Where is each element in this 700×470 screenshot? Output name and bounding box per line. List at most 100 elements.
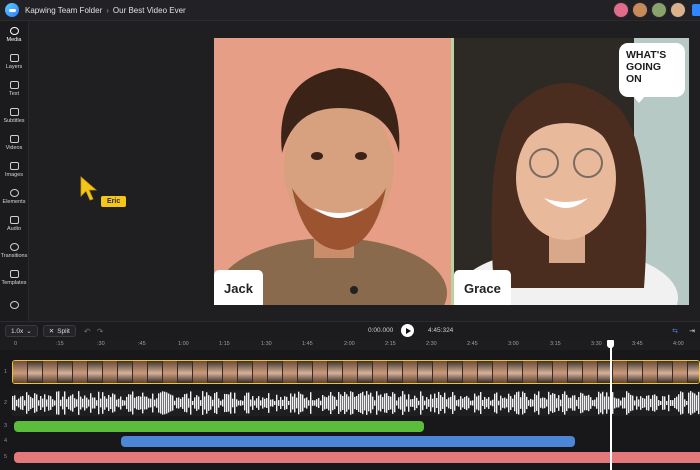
waveform-bar: [388, 395, 390, 411]
grid-icon: [9, 269, 19, 278]
waveform-bar: [520, 397, 522, 409]
waveform-bar: [574, 395, 576, 411]
waveform-bar: [480, 391, 482, 415]
waveform-bar: [452, 392, 454, 414]
waveform-bar: [282, 399, 284, 407]
chevron-down-icon: ⌄: [26, 328, 32, 335]
waveform-bar: [98, 391, 100, 415]
waveform-bar: [172, 395, 174, 411]
video-panel-left[interactable]: Jack: [214, 38, 451, 305]
sidebar-item-media[interactable]: Media: [0, 21, 28, 48]
audio-waveform[interactable]: [12, 390, 700, 416]
track-clip-pink[interactable]: [14, 452, 700, 463]
waveform-bar: [662, 396, 664, 410]
breadcrumb-project-title[interactable]: Our Best Video Ever: [113, 6, 186, 15]
undo-icon[interactable]: ↶: [84, 327, 91, 336]
waveform-bar: [468, 397, 470, 409]
video-thumbnail-frame: [283, 361, 298, 383]
sidebar-item-subtitles[interactable]: Subtitles: [0, 102, 28, 129]
waveform-bar: [158, 393, 160, 413]
timeline-ruler[interactable]: 0 :15 :30 :45 1:00 1:15 1:30 1:45 2:00 2…: [0, 340, 700, 350]
track-clip-green[interactable]: [14, 421, 424, 432]
waveform-bar: [14, 395, 16, 411]
waveform-bar: [626, 391, 628, 415]
sidebar-item-plugins[interactable]: [0, 291, 28, 318]
sidebar-item-transitions[interactable]: Transitions: [0, 237, 28, 264]
avatar[interactable]: [670, 2, 686, 18]
waveform-bar: [510, 396, 512, 410]
waveform-bar: [130, 394, 132, 412]
waveform-bar: [604, 396, 606, 410]
avatar[interactable]: [613, 2, 629, 18]
video-track-clip[interactable]: [12, 360, 700, 384]
waveform-bar: [478, 395, 480, 411]
play-button[interactable]: [401, 324, 414, 337]
sidebar-item-label: Images: [4, 171, 24, 178]
zoom-fit-icon[interactable]: ⇆: [672, 327, 678, 335]
waveform-bar: [278, 400, 280, 406]
speech-bubble-text[interactable]: WHAT'S GOING ON: [619, 43, 685, 103]
waveform-bar: [306, 397, 308, 409]
avatar[interactable]: [632, 2, 648, 18]
waveform-bar: [178, 397, 180, 409]
waveform-bar: [400, 396, 402, 410]
speed-select[interactable]: 1.0x ⌄: [5, 325, 38, 337]
waveform-bar: [18, 398, 20, 408]
waveform-bar: [114, 394, 116, 412]
waveform-bar: [464, 396, 466, 410]
waveform-bar: [428, 399, 430, 407]
video-thumbnail-frame: [223, 361, 238, 383]
sidebar-item-label: Elements: [2, 198, 26, 205]
sidebar-item-images[interactable]: Images: [0, 156, 28, 183]
sidebar-item-layers[interactable]: Layers: [0, 48, 28, 75]
waveform-bar: [354, 396, 356, 410]
playhead[interactable]: [610, 340, 612, 470]
waveform-bar: [586, 395, 588, 411]
track-number: 1: [4, 369, 8, 375]
video-thumbnail-frame: [463, 361, 478, 383]
waveform-bar: [698, 391, 700, 415]
waveform-bar: [180, 398, 182, 408]
sidebar-item-videos[interactable]: Videos: [0, 129, 28, 156]
video-thumbnail-frame: [373, 361, 388, 383]
ruler-tick: 1:30: [261, 341, 272, 347]
waveform-bar: [32, 398, 34, 408]
sidebar-item-text[interactable]: Text: [0, 75, 28, 102]
waveform-bar: [362, 391, 364, 415]
waveform-bar: [122, 400, 124, 406]
waveform-bar: [322, 394, 324, 412]
waveform-bar: [100, 398, 102, 408]
waveform-bar: [596, 397, 598, 409]
waveform-bar: [216, 392, 218, 414]
waveform-bar: [656, 396, 658, 410]
waveform-bar: [30, 396, 32, 410]
video-preview[interactable]: Jack Grace WHAT'S GOING ON: [214, 38, 689, 305]
share-button[interactable]: [692, 4, 700, 16]
sidebar-item-templates[interactable]: Templates: [0, 264, 28, 291]
redo-icon[interactable]: ↷: [97, 327, 104, 336]
avatar[interactable]: [651, 2, 667, 18]
text-icon: [9, 80, 19, 89]
current-time: 0:00.000: [368, 327, 394, 334]
sidebar-item-elements[interactable]: Elements: [0, 183, 28, 210]
track-number: 3: [4, 423, 8, 429]
expand-timeline-icon[interactable]: ⇥: [689, 327, 695, 335]
waveform-bar: [80, 396, 82, 410]
video-thumbnail-frame: [643, 361, 658, 383]
waveform-bar: [672, 400, 674, 406]
waveform-bar: [136, 396, 138, 410]
split-button[interactable]: ✕ Split: [42, 325, 76, 337]
waveform-bar: [366, 391, 368, 415]
kapwing-logo-icon[interactable]: [5, 3, 19, 17]
waveform-bar: [174, 400, 176, 406]
waveform-bar: [570, 397, 572, 409]
track-clip-blue[interactable]: [121, 436, 575, 447]
playhead-handle[interactable]: [607, 340, 614, 348]
waveform-bar: [88, 399, 90, 407]
transition-icon: [9, 242, 19, 251]
breadcrumb-folder[interactable]: Kapwing Team Folder: [25, 6, 102, 15]
sidebar-item-audio[interactable]: Audio: [0, 210, 28, 237]
ruler-tick: 0: [14, 341, 18, 347]
video-thumbnail-frame: [628, 361, 643, 383]
waveform-bar: [270, 399, 272, 407]
